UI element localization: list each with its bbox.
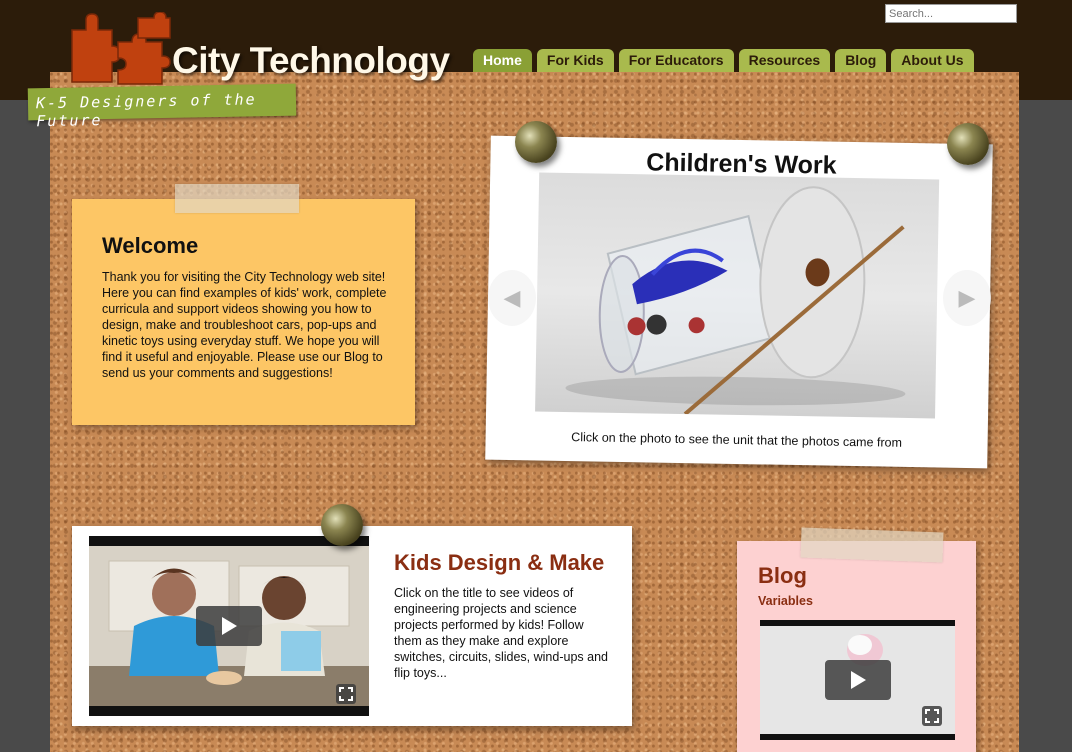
pushpin-icon bbox=[321, 504, 363, 546]
site-title[interactable]: City Technology bbox=[172, 40, 450, 82]
childrens-work-caption: Click on the photo to see the unit that … bbox=[571, 430, 903, 450]
chevron-left-icon: ◀ bbox=[503, 285, 521, 310]
kids-video-player[interactable] bbox=[89, 536, 369, 716]
fullscreen-button[interactable] bbox=[336, 684, 356, 704]
kids-design-title[interactable]: Kids Design & Make bbox=[394, 550, 604, 576]
toy-photo-illustration bbox=[565, 186, 906, 416]
main-nav: Home For Kids For Educators Resources Bl… bbox=[473, 49, 974, 72]
chevron-right-icon: ▶ bbox=[958, 285, 976, 310]
nav-tab-about-us[interactable]: About Us bbox=[891, 49, 974, 72]
play-icon bbox=[851, 671, 866, 689]
nav-tab-for-educators[interactable]: For Educators bbox=[618, 49, 734, 72]
blog-note: Blog Variables bbox=[737, 541, 976, 752]
nav-tab-blog[interactable]: Blog bbox=[835, 49, 887, 72]
childrens-work-photo[interactable] bbox=[535, 172, 940, 419]
blog-title[interactable]: Blog bbox=[758, 563, 807, 589]
tagline-banner: K-5 Designers of the Future bbox=[27, 83, 297, 130]
carousel-next-button[interactable]: ▶ bbox=[943, 270, 991, 326]
nav-tab-for-kids[interactable]: For Kids bbox=[536, 49, 614, 72]
fullscreen-icon bbox=[339, 687, 353, 701]
tape-strip bbox=[175, 184, 299, 213]
tape-strip bbox=[800, 527, 944, 563]
fullscreen-button[interactable] bbox=[922, 706, 942, 726]
nav-tab-resources[interactable]: Resources bbox=[738, 49, 831, 72]
search-input[interactable] bbox=[885, 4, 1017, 23]
nav-tab-home[interactable]: Home bbox=[473, 49, 532, 72]
welcome-body: Thank you for visiting the City Technolo… bbox=[102, 270, 387, 380]
carousel-prev-button[interactable]: ◀ bbox=[488, 270, 536, 326]
blog-video-player[interactable] bbox=[760, 620, 955, 740]
blog-post-title[interactable]: Variables bbox=[758, 594, 813, 608]
fullscreen-icon bbox=[925, 709, 939, 723]
pushpin-icon bbox=[947, 123, 989, 165]
welcome-title: Welcome bbox=[102, 233, 199, 258]
kids-design-body: Click on the title to see videos of engi… bbox=[394, 586, 608, 680]
pushpin-icon bbox=[515, 121, 557, 163]
puzzle-logo-icon[interactable] bbox=[66, 12, 174, 88]
play-button[interactable] bbox=[196, 606, 262, 646]
childrens-work-card: Children's Work Click on the photo to se… bbox=[485, 135, 993, 469]
play-button[interactable] bbox=[825, 660, 891, 700]
welcome-note: Welcome Thank you for visiting the City … bbox=[72, 199, 415, 425]
kids-design-card: Kids Design & Make Click on the title to… bbox=[72, 526, 632, 726]
play-icon bbox=[222, 617, 237, 635]
